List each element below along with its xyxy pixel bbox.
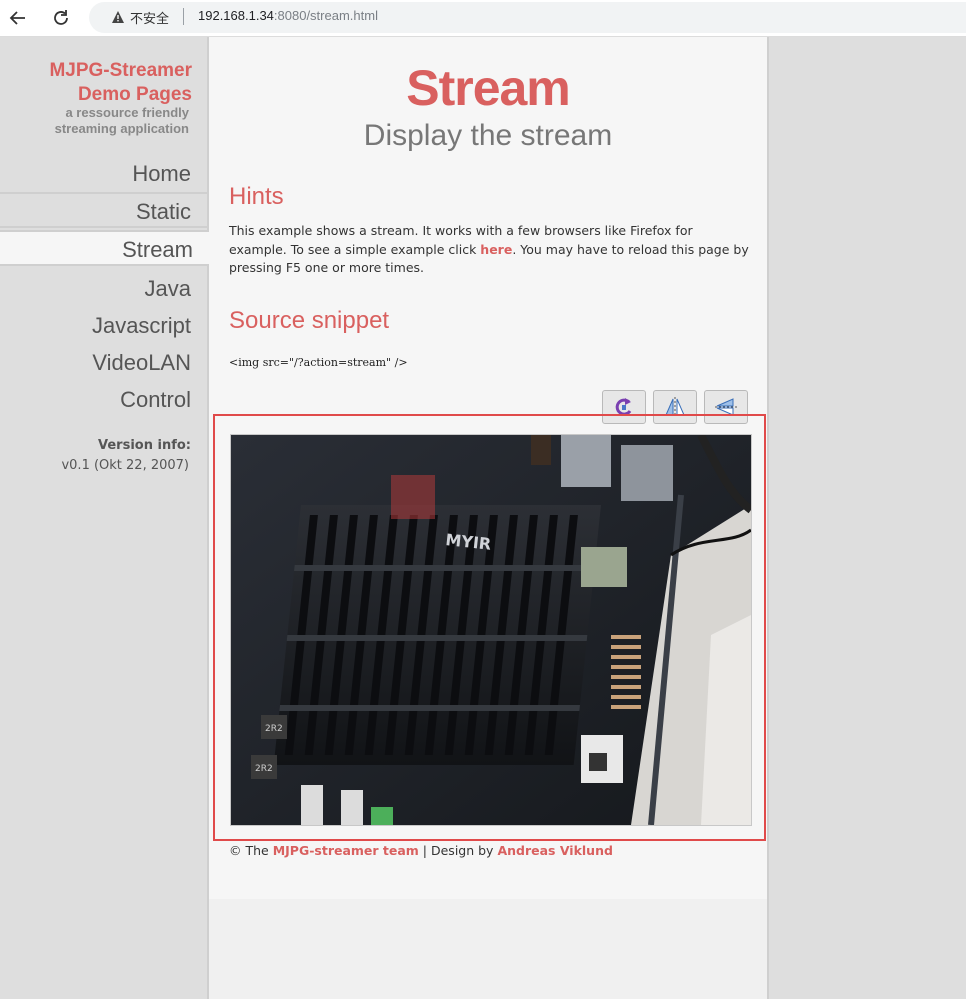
footer-prefix: © The [229, 843, 273, 858]
security-status[interactable]: 不安全 [130, 8, 169, 27]
url-path: :8080/stream.html [273, 8, 378, 23]
hints-heading: Hints [229, 183, 284, 210]
menu-item-javascript[interactable]: Javascript [0, 308, 207, 344]
menu-item-stream[interactable]: Stream [0, 230, 209, 266]
site-tagline: a ressource friendly streaming applicati… [55, 105, 189, 137]
here-link[interactable]: here [480, 242, 512, 257]
page-title: Stream [406, 60, 571, 116]
inductor-label-2: 2R2 [255, 764, 273, 774]
back-button[interactable] [5, 5, 31, 31]
version-value: v0.1 (Okt 22, 2007) [61, 458, 189, 473]
inductor-label-1: 2R2 [265, 724, 283, 734]
menu-item-static[interactable]: Static [0, 192, 207, 228]
site-title: MJPG-Streamer Demo Pages [49, 59, 192, 107]
url-host: 192.168.1.34 [198, 8, 274, 23]
browser-toolbar: 不安全 192.168.1.34:8080/stream.html [0, 0, 966, 37]
snippet-heading: Source snippet [229, 307, 390, 334]
tagline-line1: a ressource friendly [65, 105, 189, 120]
reload-icon [54, 10, 68, 25]
camera-frame-picture: MYIR 2R2 2R2 [231, 435, 751, 825]
stream-image: MYIR 2R2 2R2 [230, 434, 752, 826]
right-margin [769, 37, 966, 999]
menu-item-control[interactable]: Control [0, 382, 207, 418]
sidebar-menu: MJPG-Streamer Demo Pages a ressource fri… [0, 37, 209, 999]
warning-icon[interactable] [111, 10, 125, 24]
footer-middle: | Design by [418, 843, 498, 858]
back-arrow-icon [9, 11, 25, 25]
menu-item-java[interactable]: Java [0, 271, 207, 307]
page-footer: © The MJPG-streamer team | Design by And… [229, 843, 613, 858]
reload-button[interactable] [48, 5, 74, 31]
hints-paragraph: This example shows a stream. It works wi… [229, 222, 754, 278]
page-subtitle: Display the stream [363, 119, 613, 152]
tagline-line2: streaming application [54, 121, 189, 136]
team-link[interactable]: MJPG-streamer team [273, 843, 419, 858]
address-divider [183, 8, 184, 25]
designer-link[interactable]: Andreas Viklund [497, 843, 612, 858]
version-label: Version info: [98, 438, 191, 453]
source-snippet: <img src="/?action=stream" /> [229, 356, 408, 369]
site-title-line2: Demo Pages [77, 84, 192, 105]
site-title-line1: MJPG-Streamer [49, 60, 192, 81]
url-text[interactable]: 192.168.1.34:8080/stream.html [198, 8, 378, 23]
menu-item-videolan[interactable]: VideoLAN [0, 345, 207, 381]
menu-item-home[interactable]: Home [0, 156, 207, 192]
